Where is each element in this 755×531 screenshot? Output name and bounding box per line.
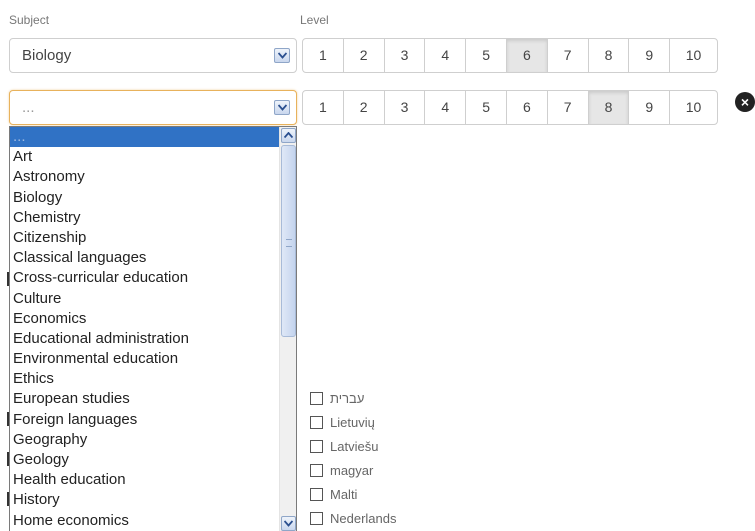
- subject-select-2-value: ...: [22, 99, 35, 116]
- row1-level-9-button[interactable]: 9: [629, 39, 671, 72]
- dropdown-option[interactable]: European studies: [10, 389, 280, 409]
- row1-level-2-button[interactable]: 2: [344, 39, 385, 72]
- row2-level-8-button[interactable]: 8: [588, 91, 630, 124]
- row1-level-6-button[interactable]: 6: [506, 39, 548, 72]
- dropdown-option[interactable]: Chemistry: [10, 208, 280, 228]
- dropdown-option[interactable]: ...: [10, 127, 280, 148]
- dropdown-option[interactable]: Art: [10, 147, 280, 167]
- dropdown-scrollbar[interactable]: [279, 127, 296, 531]
- row1-level-3-button[interactable]: 3: [385, 39, 426, 72]
- subject-label: Subject: [9, 13, 50, 27]
- row1-level-5-button[interactable]: 5: [466, 39, 507, 72]
- level-group-2: 1 2 3 4 5 6 7 8 9 10: [302, 90, 718, 125]
- dropdown-option[interactable]: Citizenship: [10, 228, 280, 248]
- level-label: Level: [300, 13, 329, 27]
- chevron-down-icon[interactable]: [274, 100, 290, 115]
- language-checkbox[interactable]: [310, 391, 323, 405]
- subject-dropdown-list[interactable]: ... Art Astronomy Biology Chemistry Citizensh…: [9, 126, 297, 531]
- row2-level-4-button[interactable]: 4: [425, 91, 467, 124]
- row2-level-2-button[interactable]: 2: [344, 91, 385, 124]
- dropdown-option[interactable]: Astronomy: [10, 167, 280, 187]
- subject-select-2[interactable]: ...: [9, 90, 297, 125]
- language-label: Lietuvių: [330, 414, 375, 430]
- language-label: Latviešu: [330, 438, 379, 454]
- hidden-edge: [7, 412, 9, 426]
- dropdown-option[interactable]: Biology: [10, 188, 280, 208]
- row2-level-5-button[interactable]: 5: [466, 91, 507, 124]
- close-circle-icon[interactable]: ×: [735, 92, 755, 112]
- dropdown-option[interactable]: Home economics: [10, 511, 280, 531]
- language-option[interactable]: Nederlands: [310, 508, 397, 528]
- row2-level-3-button[interactable]: 3: [385, 91, 426, 124]
- chevron-down-icon[interactable]: [274, 48, 290, 63]
- language-checkbox[interactable]: [310, 487, 323, 501]
- dropdown-option[interactable]: Geology: [10, 450, 280, 470]
- language-label: Malti: [330, 486, 358, 502]
- row1-level-7-button[interactable]: 7: [548, 39, 589, 72]
- dropdown-option[interactable]: Cross-curricular education: [10, 268, 280, 288]
- dropdown-option[interactable]: Geography: [10, 430, 280, 450]
- row1-level-8-button[interactable]: 8: [589, 39, 630, 72]
- language-checkbox[interactable]: [310, 511, 323, 525]
- language-option[interactable]: Lietuvių: [310, 412, 375, 432]
- dropdown-option[interactable]: Environmental education: [10, 349, 280, 369]
- dropdown-option[interactable]: Foreign languages: [10, 410, 280, 430]
- language-label: עברית: [330, 390, 365, 406]
- row2-level-7-button[interactable]: 7: [548, 91, 589, 124]
- scroll-down-icon[interactable]: [281, 516, 296, 531]
- row2-level-1-button[interactable]: 1: [303, 91, 344, 124]
- language-option[interactable]: Latviešu: [310, 436, 378, 456]
- dropdown-option[interactable]: Health education: [10, 470, 280, 490]
- hidden-edge: [7, 452, 9, 466]
- row1-level-4-button[interactable]: 4: [425, 39, 467, 72]
- subject-select-1-value: Biology: [22, 47, 72, 64]
- dropdown-options: ... Art Astronomy Biology Chemistry Citizensh…: [10, 127, 280, 531]
- language-label: magyar: [330, 462, 374, 478]
- language-checkbox[interactable]: [310, 463, 323, 477]
- language-label: Nederlands: [330, 510, 397, 526]
- scroll-thumb[interactable]: [281, 145, 296, 337]
- dropdown-option[interactable]: History: [10, 490, 280, 510]
- subject-select-1[interactable]: Biology: [9, 38, 297, 73]
- language-option[interactable]: עברית: [310, 388, 364, 408]
- hidden-edge: [7, 492, 9, 506]
- row2-level-6-button[interactable]: 6: [507, 91, 548, 124]
- row1-level-10-button[interactable]: 10: [670, 39, 717, 72]
- language-checkbox[interactable]: [310, 439, 323, 453]
- dropdown-option[interactable]: Economics: [10, 309, 280, 329]
- row1-level-1-button[interactable]: 1: [303, 39, 344, 72]
- row2-level-9-button[interactable]: 9: [629, 91, 671, 124]
- dropdown-option[interactable]: Ethics: [10, 369, 280, 389]
- dropdown-option[interactable]: Culture: [10, 289, 280, 309]
- dropdown-option[interactable]: Educational administration: [10, 329, 280, 349]
- language-option[interactable]: Malti: [310, 484, 357, 504]
- scroll-up-icon[interactable]: [281, 128, 296, 143]
- hidden-edge: [7, 272, 9, 286]
- language-checkbox[interactable]: [310, 415, 323, 429]
- level-group-1: 1 2 3 4 5 6 7 8 9 10: [302, 38, 718, 73]
- language-option[interactable]: magyar: [310, 460, 373, 480]
- row2-level-10-button[interactable]: 10: [670, 91, 717, 124]
- dropdown-option[interactable]: Classical languages: [10, 248, 280, 268]
